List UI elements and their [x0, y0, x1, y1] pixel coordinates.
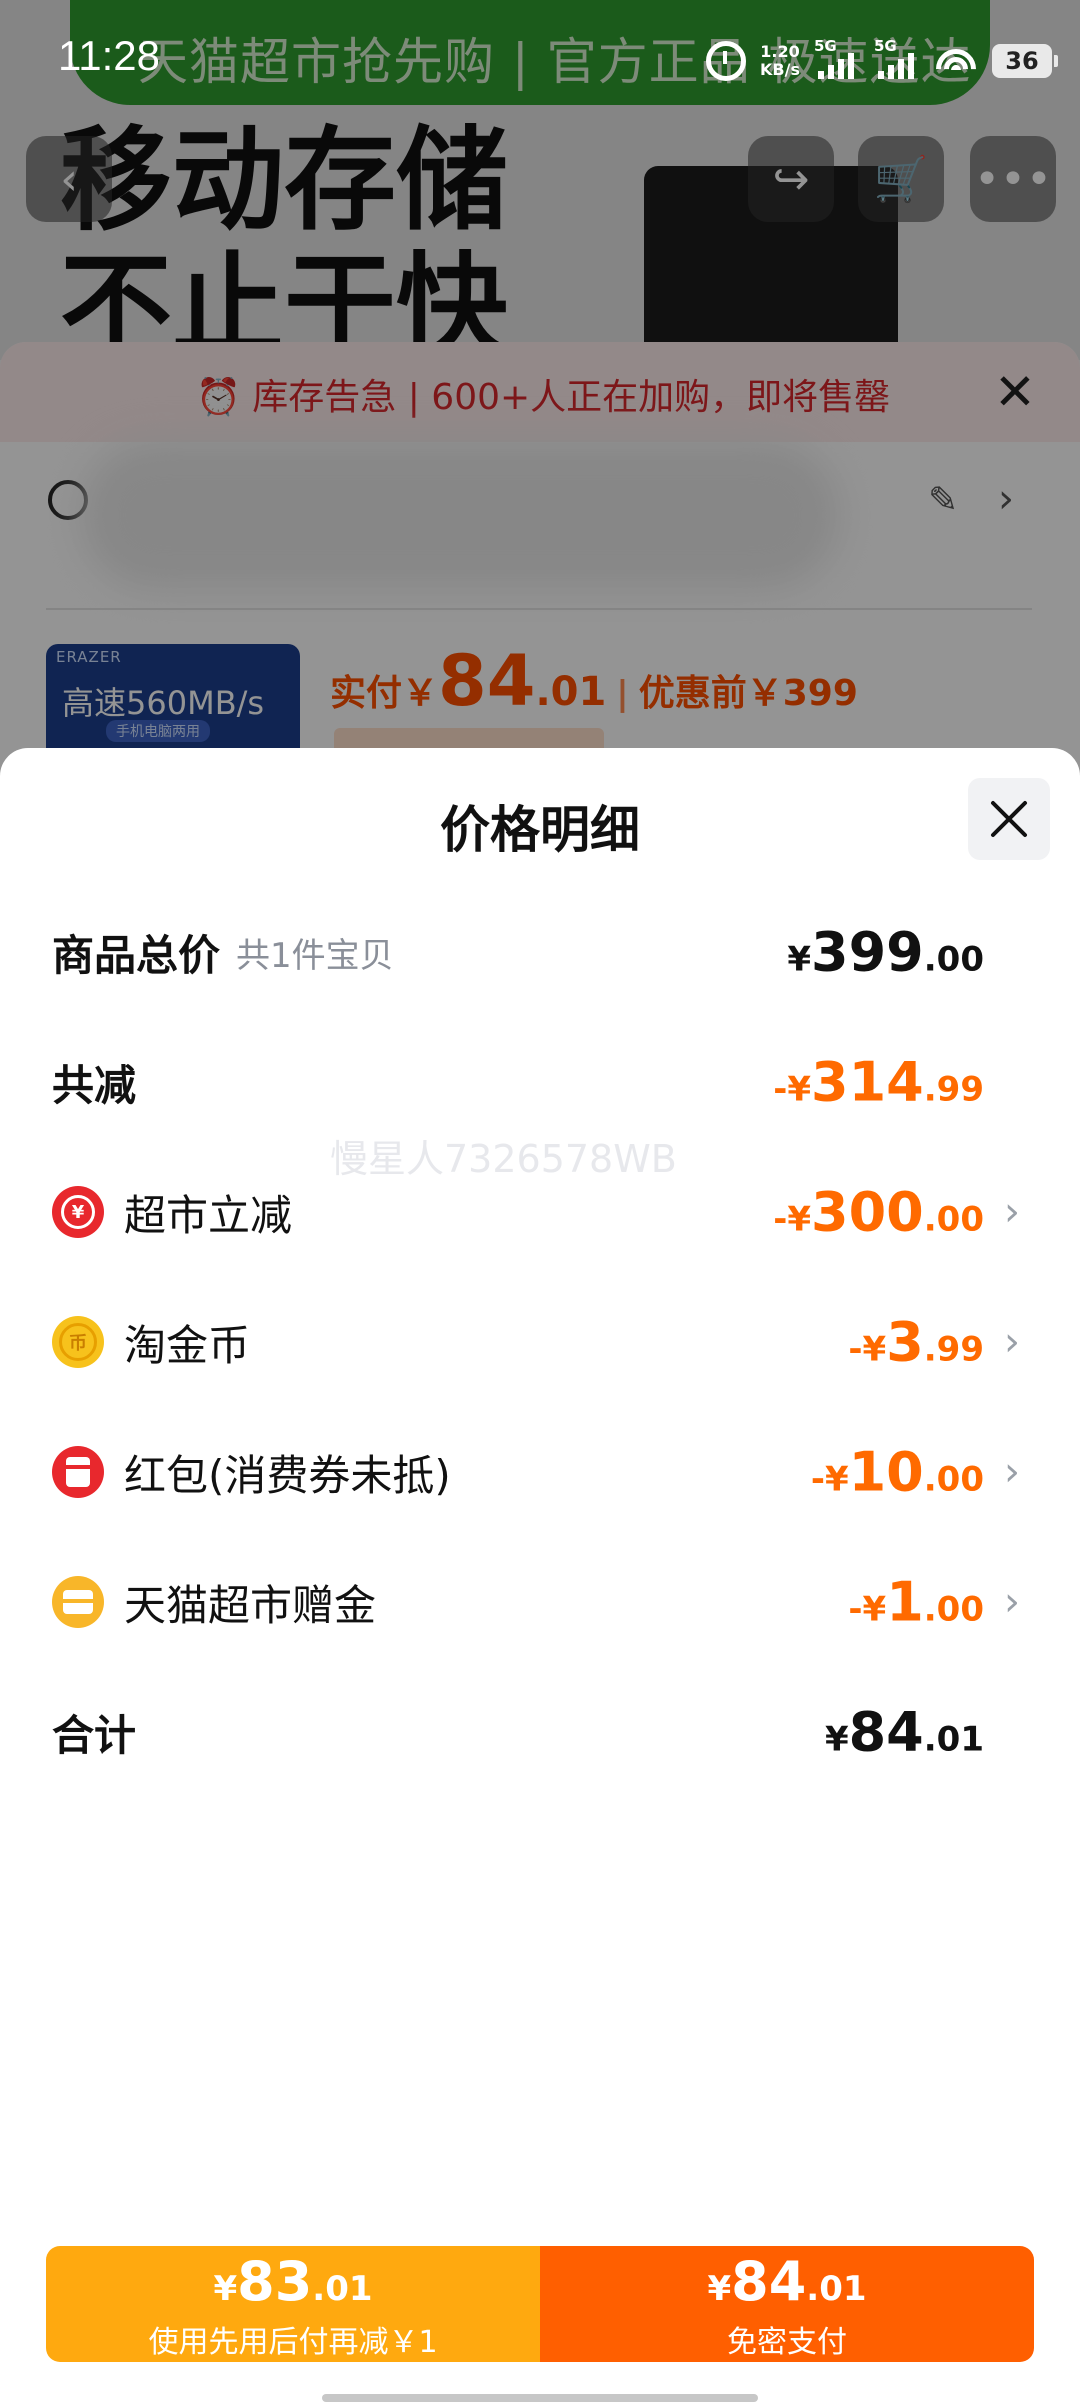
action-bar: ¥83.01 使用先用后付再减￥1 ¥84.01 免密支付 — [46, 2246, 1034, 2362]
password-free-pay-button[interactable]: ¥84.01 免密支付 — [540, 2246, 1034, 2362]
red-packet-icon — [52, 1446, 104, 1498]
pay-later-button[interactable]: ¥83.01 使用先用后付再减￥1 — [46, 2246, 540, 2362]
row-label: 天猫超市赠金 — [124, 1580, 377, 1630]
price-detail-sheet: 价格明细 慢星人7326578WB 商品总价 共1件宝贝 ¥399.00 共减 … — [0, 748, 1080, 2408]
row-taojinbi[interactable]: 币 淘金币 -¥3.99 › — [52, 1302, 1020, 1382]
signal-icon-sim1: 5G — [814, 37, 860, 81]
row-amount: -¥1.00 — [848, 1570, 984, 1634]
pay-price: ¥84.01 — [707, 2250, 867, 2313]
battery-icon: 36 — [992, 44, 1058, 78]
pay-label: 免密支付 — [727, 2325, 847, 2360]
status-icons: 1.20 KB/s 5G 5G 36 — [706, 36, 1058, 86]
status-time: 11:28 — [58, 32, 160, 79]
home-indicator[interactable] — [322, 2394, 758, 2402]
chevron-right-icon: › — [1004, 1449, 1020, 1495]
close-button[interactable] — [968, 778, 1050, 860]
pay-later-price: ¥83.01 — [213, 2250, 373, 2313]
gift-credit-icon — [52, 1576, 104, 1628]
row-grand-total: 合计 ¥84.01 — [52, 1692, 1012, 1772]
row-amount: -¥3.99 — [848, 1310, 984, 1374]
row-amount: -¥314.99 — [773, 1050, 984, 1114]
row-goods-total: 商品总价 共1件宝贝 ¥399.00 — [52, 912, 1012, 992]
row-label: 共减 — [52, 1060, 137, 1110]
chevron-right-icon: › — [1004, 1189, 1020, 1235]
alarm-icon — [706, 41, 747, 81]
row-label: 淘金币 — [124, 1320, 251, 1370]
wifi-icon — [934, 43, 978, 79]
market-discount-icon: ¥ — [52, 1186, 104, 1238]
row-total-discount: 共减 -¥314.99 — [52, 1042, 1012, 1122]
row-red-packet[interactable]: 红包(消费券未抵) -¥10.00 › — [52, 1432, 1020, 1512]
sheet-title: 价格明细 — [440, 801, 640, 859]
pay-later-label: 使用先用后付再减￥1 — [148, 2325, 438, 2360]
close-icon — [991, 801, 1027, 837]
row-label: 商品总价 — [52, 930, 221, 980]
chevron-right-icon: › — [1004, 1579, 1020, 1625]
row-gift-credit[interactable]: 天猫超市赠金 -¥1.00 › — [52, 1562, 1020, 1642]
network-speed: 1.20 KB/s — [760, 42, 800, 79]
chevron-right-icon: › — [1004, 1319, 1020, 1365]
battery-level: 36 — [1005, 47, 1039, 75]
row-label: 超市立减 — [124, 1190, 293, 1240]
row-label: 红包(消费券未抵) — [124, 1450, 451, 1500]
signal-icon-sim2: 5G — [874, 37, 920, 81]
coin-icon: 币 — [52, 1316, 104, 1368]
row-amount: ¥399.00 — [787, 920, 984, 984]
row-market-discount[interactable]: ¥ 超市立减 -¥300.00 › — [52, 1172, 1020, 1252]
row-amount: -¥300.00 — [773, 1180, 984, 1244]
row-amount: -¥10.00 — [810, 1440, 984, 1504]
row-label: 合计 — [52, 1710, 137, 1760]
row-amount: ¥84.01 — [824, 1700, 984, 1764]
row-sub: 共1件宝贝 — [236, 935, 394, 976]
